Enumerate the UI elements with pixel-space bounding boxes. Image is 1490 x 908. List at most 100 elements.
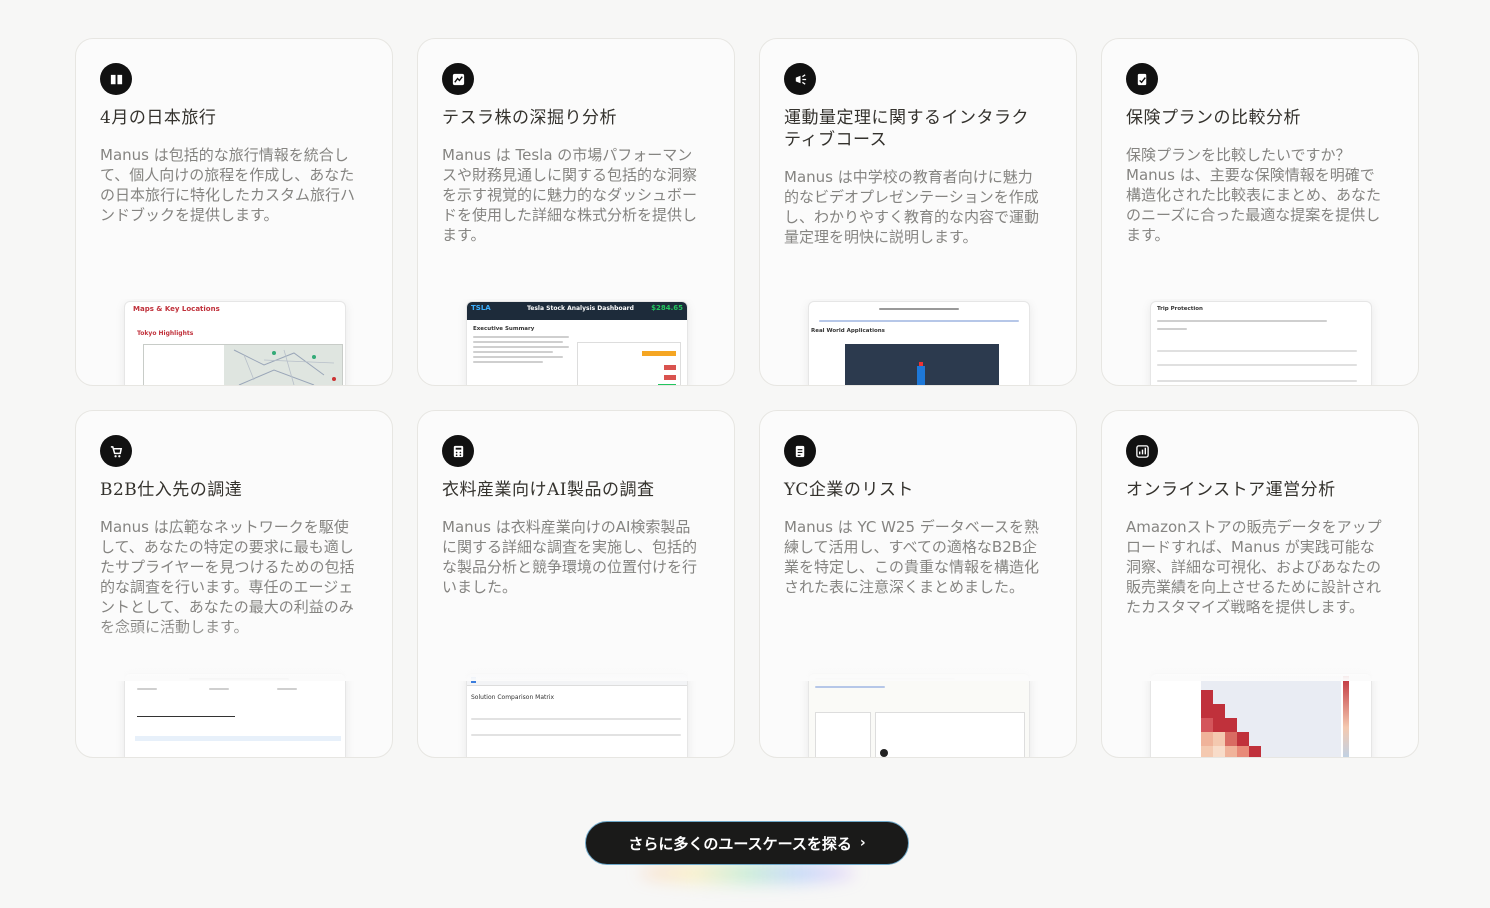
preview-video	[845, 344, 999, 385]
card-title: 衣料産業向けAI製品の調査	[442, 480, 655, 500]
preview-highlight-row	[135, 736, 341, 741]
use-case-card-b2b-sourcing[interactable]: B2B仕入先の調達 Manus は広範なネットワークを駆使して、あなたの特定の要…	[75, 410, 393, 758]
preview-divider	[137, 716, 235, 717]
preview-tag	[642, 351, 676, 356]
preview-table-row	[1157, 364, 1357, 366]
preview-fade	[418, 239, 734, 299]
preview-text-line	[189, 678, 289, 680]
preview-nav-line	[819, 320, 1019, 322]
preview-avatar	[880, 749, 888, 757]
card-preview-image	[808, 673, 1030, 757]
use-case-card-insurance-compare[interactable]: 保険プランの比較分析 保険プランを比較したいですか？Manus は、主要な保険情…	[1101, 38, 1419, 386]
book-icon	[100, 63, 132, 95]
preview-price: $284.65	[651, 304, 683, 312]
preview-text-line	[815, 686, 885, 688]
use-case-card-yc-companies[interactable]: YC企業のリスト Manus は YC W25 データベースを熟練して活用し、す…	[759, 410, 1077, 758]
preview-map	[143, 344, 343, 385]
preview-tag	[664, 365, 676, 370]
preview-text-line	[473, 346, 569, 348]
card-preview-image: TSLA Tesla Stock Analysis Dashboard $284…	[466, 301, 688, 385]
card-description: Manus は包括的な旅行情報を統合して、個人向けの旅程を作成し、あなたの日本旅…	[100, 146, 356, 224]
analytics-icon	[1126, 435, 1158, 467]
calculator-icon	[442, 435, 474, 467]
card-title: B2B仕入先の調達	[100, 480, 243, 500]
preview-text-line	[815, 678, 955, 680]
preview-heatmap	[1201, 676, 1349, 757]
preview-fade	[1102, 239, 1418, 299]
use-case-card-japan-trip[interactable]: 4月の日本旅行 Manus は包括的な旅行情報を統合して、個人向けの旅程を作成し…	[75, 38, 393, 386]
use-case-card-apparel-ai[interactable]: 衣料産業向けAI製品の調査 Manus は衣料産業向けのAI検索製品に関する詳細…	[417, 410, 735, 758]
preview-subtitle: Tokyo Highlights	[137, 330, 194, 337]
cta-label: さらに多くのユースケースを探る	[628, 834, 852, 853]
document-list-icon	[784, 435, 816, 467]
card-preview-image: Trip Protection	[1150, 301, 1372, 385]
card-title: 運動量定理に関するインタラクティブコース	[784, 108, 1029, 150]
preview-title: Tesla Stock Analysis Dashboard	[527, 305, 634, 312]
preview-panel	[875, 712, 1025, 757]
preview-fade	[76, 239, 392, 299]
preview-title: Maps & Key Locations	[133, 305, 220, 313]
card-preview-image: Solution Comparison Matrix	[466, 673, 688, 757]
use-case-card-tesla-analysis[interactable]: テスラ株の深掘り分析 Manus は Tesla の市場パフォーマンスや財務見通…	[417, 38, 735, 386]
preview-text-line	[473, 336, 569, 338]
preview-text-line	[137, 688, 157, 690]
cart-icon	[100, 435, 132, 467]
preview-table-row	[471, 718, 681, 720]
preview-sidebar	[815, 712, 871, 757]
preview-title: Real World Applications	[811, 328, 885, 334]
cta-glow	[640, 862, 855, 884]
preview-text-line	[473, 341, 563, 343]
preview-fade	[760, 621, 1076, 681]
card-title: 4月の日本旅行	[100, 108, 217, 128]
card-description: Manus は中学校の教育者向けに魅力的なビデオプレゼンテーションを作成し、わか…	[784, 168, 1040, 246]
preview-table-row	[1157, 380, 1357, 382]
megaphone-icon	[784, 63, 816, 95]
preview-header: TSLA Tesla Stock Analysis Dashboard $284…	[467, 302, 687, 320]
preview-text-line	[473, 351, 553, 353]
preview-text-line	[481, 679, 571, 681]
preview-doc-icon	[471, 677, 476, 683]
preview-title: Solution Comparison Matrix	[471, 694, 555, 701]
document-check-icon	[1126, 63, 1158, 95]
preview-ticker: TSLA	[471, 304, 491, 312]
chevron-right-icon: ›	[859, 835, 866, 851]
card-title: テスラ株の深掘り分析	[442, 108, 617, 128]
preview-text-line	[879, 308, 959, 310]
preview-text-line	[473, 356, 563, 358]
preview-video-dot	[919, 362, 923, 366]
preview-table	[577, 342, 681, 385]
card-title: YC企業のリスト	[784, 480, 914, 500]
card-preview-image	[124, 673, 346, 757]
card-description: 保険プランを比較したいですか？Manus は、主要な保険情報を明確で構造化された…	[1126, 146, 1382, 244]
use-case-card-momentum-course[interactable]: 運動量定理に関するインタラクティブコース Manus は中学校の教育者向けに魅力…	[759, 38, 1077, 386]
use-case-grid: 4月の日本旅行 Manus は包括的な旅行情報を統合して、個人向けの旅程を作成し…	[75, 38, 1419, 758]
preview-text-line	[277, 688, 297, 690]
preview-tag	[658, 384, 676, 385]
chart-image-icon	[442, 63, 474, 95]
preview-video-bar	[917, 366, 925, 385]
card-description: Amazonストアの販売データをアップロードすれば、Manus が実践可能な洞察…	[1126, 518, 1382, 616]
card-description: Manus は広範なネットワークを駆使して、あなたの特定の要求に最も適したサプラ…	[100, 518, 355, 636]
preview-text-line	[1157, 328, 1187, 330]
preview-toolbar	[467, 674, 687, 686]
preview-text-line	[1157, 320, 1327, 322]
card-description: Manus は YC W25 データベースを熟練して活用し、すべての適格なB2B…	[784, 518, 1040, 596]
card-description: Manus は Tesla の市場パフォーマンスや財務見通しに関する包括的な洞察…	[442, 146, 698, 244]
use-case-card-store-analysis[interactable]: オンラインストア運営分析 Amazonストアの販売データをアップロードすれば、M…	[1101, 410, 1419, 758]
card-preview-image	[1150, 673, 1372, 757]
preview-text-line	[209, 688, 229, 690]
preview-table-row	[1157, 350, 1357, 352]
preview-fade	[760, 239, 1076, 299]
card-title: オンラインストア運営分析	[1126, 480, 1336, 500]
card-description: Manus は衣料産業向けのAI検索製品に関する詳細な調査を実施し、包括的な製品…	[442, 518, 698, 596]
preview-table-row	[471, 734, 681, 736]
card-title: 保険プランの比較分析	[1126, 108, 1301, 128]
card-preview-image: Maps & Key Locations Tokyo Highlights	[124, 301, 346, 385]
preview-fade	[418, 621, 734, 681]
preview-tag	[664, 375, 676, 380]
preview-fade	[1102, 621, 1418, 681]
explore-more-use-cases-button[interactable]: さらに多くのユースケースを探る ›	[585, 821, 909, 865]
preview-section-title: Executive Summary	[473, 326, 535, 332]
preview-text-line	[473, 361, 543, 363]
card-preview-image: Real World Applications	[808, 301, 1030, 385]
